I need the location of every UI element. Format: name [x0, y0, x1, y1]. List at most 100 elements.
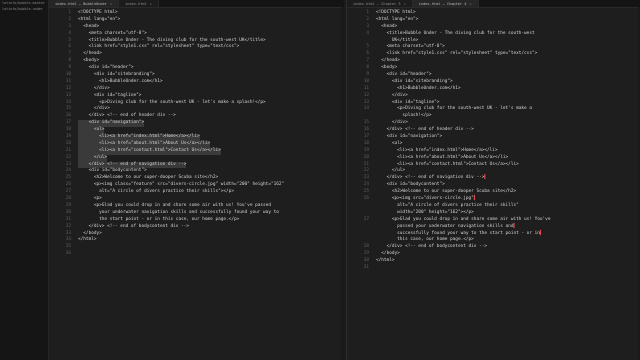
tab-left-1[interactable]: index.html — BubbleUnder × [49, 0, 120, 7]
close-icon[interactable]: × [110, 2, 112, 6]
code-editor-right[interactable]: 1 <!DOCTYPE html> 2 <html lang="en"> 3 <head… [347, 8, 640, 272]
code-text[interactable]: </div> <!-- end of header div --> [376, 127, 474, 134]
code-line[interactable]: 30 your underwater navigation skills and… [49, 210, 344, 217]
code-text[interactable]: <!DOCTYPE html> [376, 10, 416, 17]
code-line[interactable]: passed your underwater navigation skills… [347, 224, 640, 231]
code-text[interactable]: <p>Glad you could drop in and share some… [376, 217, 551, 224]
code-line[interactable]: 10 <div id="sitebranding"> [347, 79, 640, 86]
code-line[interactable]: 4 <meta charset="utf-8"> [49, 31, 344, 38]
code-text[interactable]: <div id="header"> [78, 65, 134, 72]
code-text[interactable]: <p><img src="divers-circle.jpg" [376, 196, 474, 203]
code-text[interactable]: <h2>Welcome to our super-dooper Scuba si… [376, 189, 516, 196]
code-text[interactable]: alt="A circle of divers practice their s… [78, 189, 234, 196]
code-line[interactable]: 3 <head> [347, 24, 640, 31]
code-line[interactable]: 2 <html lang="en"> [49, 17, 344, 24]
code-line[interactable]: 30 </html> [347, 258, 640, 265]
code-text[interactable]: your underwater navigation skills and su… [78, 210, 279, 217]
tab-right-2[interactable]: index.html — Chapter 4 × [412, 0, 479, 7]
code-text[interactable]: <li><a href="about.html">About Us</a></l… [78, 140, 211, 148]
code-line[interactable]: 32 </div> <!-- end of bodycontent div --… [49, 224, 344, 231]
code-line[interactable]: 12 </div> [347, 93, 640, 100]
code-line[interactable]: 19 <li><a href="index.html">Home</a></li… [347, 148, 640, 155]
code-text[interactable]: <ul> [78, 127, 105, 135]
code-line[interactable]: 1 <!DOCTYPE html> [49, 10, 344, 17]
code-text[interactable]: <meta charset="utf-8"> [78, 31, 147, 38]
code-editor-left[interactable]: 1 <!DOCTYPE html> 2 <html lang="en"> 3 <head… [49, 8, 344, 258]
code-text[interactable]: alt="A circle of divers practice their s… [376, 203, 519, 210]
code-line[interactable]: 8 <body> [347, 65, 640, 72]
code-text[interactable]: the start point - or in this case, our h… [78, 217, 239, 224]
code-text[interactable]: </html> [376, 258, 395, 265]
tab-right-1[interactable]: index.html — Chapter 3 × [347, 0, 413, 7]
code-line[interactable]: 27 alt="A circle of divers practice thei… [49, 189, 344, 196]
code-line[interactable]: 31 the start point - or in this case, ou… [49, 217, 344, 224]
code-line[interactable]: 18 <ul> [49, 127, 344, 135]
code-text[interactable]: <div id="header"> [376, 72, 432, 79]
code-text[interactable]: <!DOCTYPE html> [78, 10, 118, 17]
code-line[interactable]: 17 <div id="navigation"> [347, 134, 640, 141]
code-line[interactable]: 11 <h1>BubbleUnder.com</h1> [49, 79, 344, 86]
close-icon[interactable]: × [150, 2, 152, 6]
code-line[interactable]: 2 <html lang="en"> [347, 17, 640, 24]
code-text[interactable]: <li><a href="index.html">Home</a></li> [78, 134, 200, 141]
code-line[interactable]: 11 <h1>BubbleUnder.com</h1> [347, 86, 640, 93]
code-line[interactable]: 28 <p> [49, 196, 344, 203]
code-line[interactable]: 9 <div id="header"> [49, 65, 344, 72]
code-text[interactable]: <li><a href="about.html">About Us</a></l… [376, 155, 508, 162]
code-line[interactable]: 20 <li><a href="about.html">About Us</a>… [49, 140, 344, 148]
code-line[interactable]: 20 <li><a href="about.html">About Us</a>… [347, 155, 640, 162]
close-icon[interactable]: × [404, 2, 406, 6]
code-text[interactable]: <div id="sitebranding"> [78, 72, 155, 79]
code-line[interactable]: 26 <p><img src="divers-circle.jpg" ▍ [347, 196, 640, 203]
code-text[interactable]: <html lang="en"> [376, 17, 418, 24]
code-text[interactable]: width="200" height="162"></p> [376, 210, 474, 217]
code-text[interactable]: </div> <!-- end of bodycontent div --> [78, 224, 189, 231]
tab-left-2[interactable]: index.html × [119, 0, 159, 7]
code-line[interactable]: 1 <!DOCTYPE html> [347, 10, 640, 17]
code-text[interactable]: <p> [78, 196, 102, 203]
code-text[interactable]: <div id="tagline"> [78, 93, 142, 100]
code-text[interactable]: <div id="navigation"> [376, 134, 443, 141]
code-text[interactable]: </ul> [78, 154, 108, 162]
code-line[interactable]: 25 <h2>Welcome to our super-dooper Scuba… [347, 189, 640, 196]
code-text[interactable]: </div> [376, 93, 408, 100]
code-text[interactable]: <link href="style1.css" rel="stylesheet"… [376, 51, 538, 58]
code-text[interactable]: <h1>BubbleUnder.com</h1> [376, 86, 460, 93]
scrollbar-left[interactable] [341, 7, 344, 360]
code-line[interactable]: 31 [347, 265, 640, 272]
code-text[interactable]: <head> [376, 24, 397, 31]
code-text[interactable]: <head> [78, 24, 99, 31]
code-text[interactable]: <link href="style1.css" rel="stylesheet"… [78, 44, 240, 51]
code-line[interactable]: 27 <p>Glad you could drop in and share s… [347, 217, 640, 224]
code-text[interactable]: <title>Bubble Under - The diving club fo… [376, 31, 535, 38]
code-line[interactable]: alt="A circle of divers practice their s… [347, 203, 640, 210]
code-line[interactable]: 3 <head> [49, 24, 344, 31]
code-text[interactable]: <body> [376, 65, 397, 72]
code-text[interactable]: </html> [78, 237, 97, 244]
code-line[interactable]: 34 </html> [49, 237, 344, 244]
code-line[interactable]: 9 <div id="header"> [347, 72, 640, 79]
code-line[interactable]: 21 <li><a href="contact.html">Contact Us… [49, 147, 344, 155]
code-text[interactable]: <li><a href="index.html">Home</a></li> [376, 148, 497, 155]
code-text[interactable]: </div> [78, 86, 110, 93]
code-line[interactable]: width="200" height="162"></p> [347, 210, 640, 217]
code-text[interactable]: <li><a href="contact.html">Contact Us</a… [78, 147, 221, 155]
code-text[interactable]: <h1>BubbleUnder.com</h1> [78, 79, 162, 86]
code-line[interactable]: 22 </ul> [49, 154, 344, 162]
code-text[interactable]: <p>Glad you could drop in and share some… [78, 203, 271, 210]
code-line[interactable]: 16 </div> <!-- end of header div --> [347, 127, 640, 134]
code-line[interactable]: 36 [49, 251, 344, 258]
code-line[interactable]: 19 <li><a href="index.html">Home</a></li… [49, 134, 344, 141]
code-line[interactable]: 13 <div id="tagline"> [49, 93, 344, 100]
code-text[interactable]: <div id="sitebranding"> [376, 79, 453, 86]
code-text[interactable]: <html lang="en"> [78, 17, 120, 24]
file-tree-item[interactable]: lwtinfo/bubble-under [0, 6, 48, 12]
close-icon[interactable]: × [469, 2, 471, 6]
code-text[interactable]: passed your underwater navigation skills… [376, 224, 513, 231]
code-line[interactable]: 10 <div id="sitebranding"> [49, 72, 344, 79]
code-line[interactable]: 29 <p>Glad you could drop in and share s… [49, 203, 344, 210]
code-line[interactable]: 12 </div> [49, 86, 344, 93]
code-line[interactable]: 18 <ul> [347, 141, 640, 148]
code-text[interactable]: <ul> [376, 141, 403, 148]
code-line[interactable]: 35 [49, 244, 344, 251]
